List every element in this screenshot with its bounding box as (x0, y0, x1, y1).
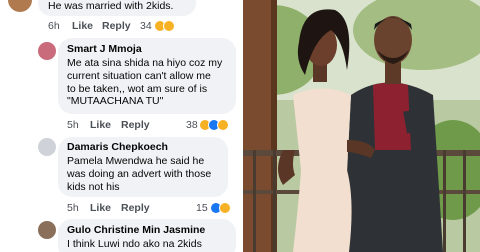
reply-button[interactable]: Reply (102, 20, 131, 32)
like-button[interactable]: Like (72, 20, 93, 32)
couple-photo (243, 0, 480, 252)
comment-body: He was married with 2kids. (48, 0, 174, 12)
wow-icon (217, 119, 229, 131)
reaction-count: 15 (196, 202, 208, 214)
avatar[interactable] (8, 0, 32, 12)
avatar[interactable] (38, 42, 56, 60)
comment-body: Pamela Mwendwa he said he was doing an a… (67, 155, 212, 193)
avatar[interactable] (38, 221, 56, 239)
haha-icon (163, 20, 175, 32)
like-button[interactable]: Like (90, 202, 111, 214)
comment-time: 5h (67, 119, 79, 131)
photo-image (243, 0, 480, 252)
comment-author[interactable]: Smart J Mmoja (67, 43, 142, 55)
reaction-count: 34 (140, 20, 152, 32)
comment-body: I think Luwi ndo ako na 2kids (67, 238, 202, 250)
avatar[interactable] (38, 138, 56, 156)
comment-time: 5h (67, 202, 79, 214)
reaction-count: 38 (186, 119, 198, 131)
like-button[interactable]: Like (90, 119, 111, 131)
comments-panel: He was married with 2kids. 6h Like Reply… (0, 0, 243, 252)
comment-time: 6h (48, 20, 60, 32)
comment-author[interactable]: Gulo Christine Min Jasmine (67, 224, 205, 236)
haha-icon (219, 202, 231, 214)
reply-button[interactable]: Reply (121, 119, 150, 131)
comment-body: Me ata sina shida na hiyo coz my current… (67, 57, 223, 108)
reply-button[interactable]: Reply (121, 202, 150, 214)
comment-author[interactable]: Damaris Chepkoech (67, 141, 168, 153)
